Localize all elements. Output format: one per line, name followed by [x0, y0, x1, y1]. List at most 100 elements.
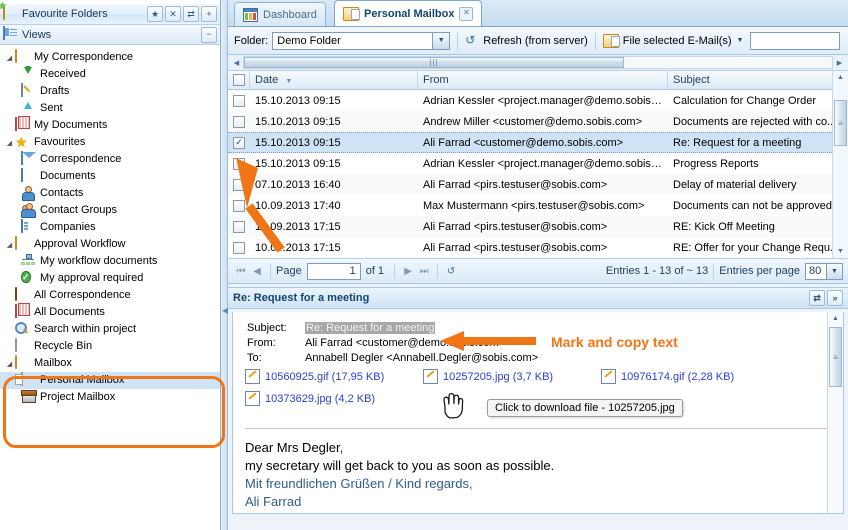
preview-vertical-scrollbar[interactable]: ▲ ≡: [827, 312, 843, 513]
table-row[interactable]: 15.10.2013 09:15 Adrian Kessler <project…: [228, 153, 848, 174]
table-row[interactable]: 10.09.2013 17:15 Ali Farrad <pirs.testus…: [228, 216, 848, 237]
tab-personal-mailbox[interactable]: Personal Mailbox ✕: [334, 0, 482, 26]
row-checkbox-cell[interactable]: [228, 95, 250, 107]
column-header-date[interactable]: Date ▼: [250, 71, 418, 90]
table-row[interactable]: 07.10.2013 16:40 Ali Farrad <pirs.testus…: [228, 174, 848, 195]
grid-horizontal-scrollbar[interactable]: ◀ ||| ▶: [228, 55, 848, 71]
attachment-item[interactable]: 10257205.jpg (3,7 KB): [423, 369, 601, 384]
tree-item-my-approval-required[interactable]: ✓ My approval required: [0, 270, 220, 287]
table-row[interactable]: 10.09.2013 17:15 Ali Farrad <pirs.testus…: [228, 237, 848, 258]
expand-preview-button[interactable]: »: [827, 290, 843, 306]
attachment-item[interactable]: 10560925.gif (17,95 KB): [245, 369, 423, 384]
row-checkbox[interactable]: [233, 200, 245, 212]
row-checkbox-cell[interactable]: [228, 158, 250, 170]
vscroll-thumb[interactable]: ≡: [834, 100, 847, 146]
chevron-down-icon[interactable]: ▼: [432, 33, 449, 49]
close-button[interactable]: ✕: [165, 6, 181, 22]
row-checkbox-cell[interactable]: [228, 242, 250, 254]
tree-item-personal-mailbox[interactable]: Personal Mailbox: [0, 372, 220, 389]
scroll-right-icon[interactable]: ▶: [833, 56, 846, 69]
entries-per-page-select[interactable]: 80 ▼: [805, 263, 843, 280]
attachment-link[interactable]: 10257205.jpg (3,7 KB): [443, 371, 553, 383]
toolbar-search-input[interactable]: [750, 32, 840, 50]
tree-item-all-documents[interactable]: All Documents: [0, 304, 220, 321]
tree-item-approval-workflow[interactable]: ◢ Approval Workflow: [0, 236, 220, 253]
table-row[interactable]: 10.09.2013 17:40 Max Mustermann <pirs.te…: [228, 195, 848, 216]
select-all-checkbox-cell[interactable]: [228, 71, 250, 90]
row-checkbox-cell[interactable]: [228, 179, 250, 191]
grid-vertical-scrollbar[interactable]: ▲ ≡ ▼: [832, 71, 848, 258]
row-checkbox-cell[interactable]: [228, 116, 250, 128]
sidebar-splitter[interactable]: ◀: [221, 0, 228, 530]
next-page-button[interactable]: ▶: [400, 266, 416, 277]
prev-page-button[interactable]: ◀: [249, 266, 265, 277]
file-selected-emails-button[interactable]: File selected E-Mail(s): [603, 34, 732, 48]
tree-item-companies[interactable]: Companies: [0, 219, 220, 236]
tree-item-received[interactable]: Received: [0, 66, 220, 83]
refresh-from-server-button[interactable]: ↺ Refresh (from server): [465, 34, 588, 47]
row-checkbox[interactable]: [233, 158, 245, 170]
tree-item-contact-groups[interactable]: Contact Groups: [0, 202, 220, 219]
select-all-checkbox[interactable]: [233, 74, 245, 86]
field-value-selected[interactable]: Re: Request for a meeting: [305, 322, 435, 334]
column-header-subject[interactable]: Subject: [668, 71, 848, 90]
table-row[interactable]: 15.10.2013 09:15 Andrew Miller <customer…: [228, 111, 848, 132]
row-checkbox[interactable]: [233, 179, 245, 191]
twisty-icon[interactable]: ◢: [4, 54, 15, 62]
tab-dashboard[interactable]: Dashboard: [234, 2, 326, 26]
last-page-button[interactable]: ⏭: [416, 266, 432, 277]
scroll-left-icon[interactable]: ◀: [230, 56, 243, 69]
page-input[interactable]: 1: [307, 263, 361, 280]
twisty-icon[interactable]: ◢: [4, 360, 15, 368]
attachment-link[interactable]: 10976174.gif (2,28 KB): [621, 371, 734, 383]
scroll-up-icon[interactable]: ▲: [833, 71, 848, 84]
tree-item-sent[interactable]: Sent: [0, 100, 220, 117]
file-mail-dropdown-icon[interactable]: ▼: [737, 37, 744, 44]
chevron-down-icon[interactable]: ▼: [826, 264, 842, 279]
tree-item-correspondence[interactable]: Correspondence: [0, 151, 220, 168]
row-checkbox-cell[interactable]: [228, 200, 250, 212]
table-row[interactable]: 15.10.2013 09:15 Adrian Kessler <project…: [228, 90, 848, 111]
tree-item-favourites[interactable]: ◢ ★ Favourites: [0, 134, 220, 151]
tree-item-all-correspondence[interactable]: All Correspondence: [0, 287, 220, 304]
row-checkbox[interactable]: [233, 221, 245, 233]
twisty-icon[interactable]: ◢: [4, 139, 15, 147]
row-checkbox[interactable]: [233, 242, 245, 254]
tree-item-contacts[interactable]: Contacts: [0, 185, 220, 202]
close-icon[interactable]: ✕: [459, 7, 473, 21]
tree-item-project-mailbox[interactable]: Project Mailbox: [0, 389, 220, 406]
favourite-button[interactable]: ★: [147, 6, 163, 22]
tree-item-drafts[interactable]: Drafts: [0, 83, 220, 100]
scroll-up-icon[interactable]: ▲: [828, 312, 843, 325]
tree-item-my-correspondence[interactable]: ◢ My Correspondence: [0, 49, 220, 66]
tree-item-my-documents[interactable]: My Documents: [0, 117, 220, 134]
attachment-item[interactable]: 10976174.gif (2,28 KB): [601, 369, 734, 384]
table-row-selected[interactable]: ✓ 15.10.2013 09:15 Ali Farrad <customer@…: [228, 132, 848, 153]
collapse-views-button[interactable]: −: [201, 27, 217, 43]
tree-item-search-within-project[interactable]: Search within project: [0, 321, 220, 338]
tree-item-documents[interactable]: Documents: [0, 168, 220, 185]
row-checkbox-cell[interactable]: [228, 221, 250, 233]
add-button[interactable]: +: [201, 6, 217, 22]
tree-item-recycle-bin[interactable]: Recycle Bin: [0, 338, 220, 355]
tree-item-my-workflow-documents[interactable]: My workflow documents: [0, 253, 220, 270]
row-checkbox-cell[interactable]: ✓: [228, 137, 250, 149]
vscroll-thumb[interactable]: ≡: [829, 327, 842, 387]
row-checkbox[interactable]: [233, 116, 245, 128]
attachment-link[interactable]: 10373629.jpg (4,2 KB): [265, 393, 375, 405]
refresh-grid-icon[interactable]: ↺: [443, 266, 459, 277]
refresh-button[interactable]: ⇄: [183, 6, 199, 22]
attachment-item[interactable]: 10373629.jpg (4,2 KB): [245, 391, 375, 406]
column-header-from[interactable]: From: [418, 71, 668, 90]
scroll-down-icon[interactable]: ▼: [833, 245, 848, 258]
tree-item-mailbox[interactable]: ◢ Mailbox: [0, 355, 220, 372]
twisty-icon[interactable]: ◢: [4, 241, 15, 249]
attachment-link[interactable]: 10560925.gif (17,95 KB): [265, 371, 384, 383]
folder-select[interactable]: Demo Folder ▼: [272, 32, 450, 50]
row-checkbox-checked[interactable]: ✓: [233, 137, 245, 149]
hscroll-thumb[interactable]: |||: [244, 57, 624, 68]
hscroll-track[interactable]: |||: [243, 56, 833, 69]
first-page-button[interactable]: ⏮: [233, 266, 249, 277]
refresh-preview-button[interactable]: ⇄: [809, 290, 825, 306]
row-checkbox[interactable]: [233, 95, 245, 107]
